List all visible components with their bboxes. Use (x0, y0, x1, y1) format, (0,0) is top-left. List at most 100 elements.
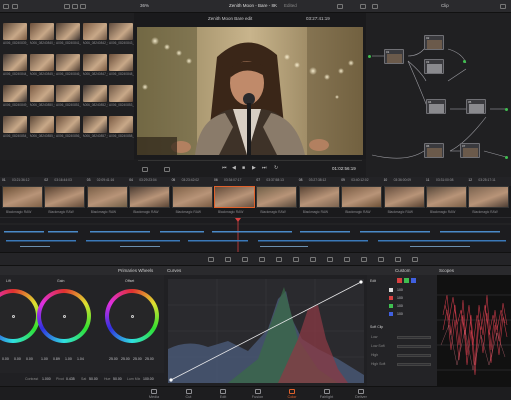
wheel-value[interactable]: 25.00 (121, 357, 130, 361)
stop-icon[interactable]: ■ (242, 165, 245, 171)
soft-clip-slider[interactable] (397, 363, 431, 366)
blur-icon[interactable] (276, 257, 282, 262)
curve-channel-swatch[interactable] (389, 288, 393, 292)
red-channel-button[interactable] (397, 278, 402, 283)
primaries-title[interactable]: Primaries Wheels (118, 268, 153, 273)
soft-clip-slider[interactable] (397, 345, 431, 348)
curve-intensity-value[interactable]: 100 (397, 304, 403, 308)
video-frame[interactable] (137, 27, 363, 155)
curves-title[interactable]: Curves (167, 268, 181, 273)
curve-channel-swatch[interactable] (389, 304, 393, 308)
primaries-icon[interactable] (378, 257, 384, 262)
media-thumbnail[interactable] (82, 85, 107, 102)
scrubber[interactable] (138, 160, 362, 161)
qualifier-icon[interactable] (225, 257, 231, 262)
input-dot[interactable] (368, 55, 371, 58)
clip-thumbnail[interactable] (468, 186, 510, 208)
hue-value[interactable]: 50.00 (113, 377, 122, 381)
media-thumbnail[interactable] (109, 85, 133, 102)
soft-clip-slider[interactable] (397, 336, 431, 339)
output-dot-2[interactable] (505, 156, 508, 159)
sat-value[interactable]: 50.00 (89, 377, 98, 381)
wheel-value[interactable]: 1.04 (77, 357, 84, 361)
node-07[interactable]: 07 (460, 143, 480, 158)
curve-intensity-value[interactable]: 100 (397, 312, 403, 316)
clip-thumbnail[interactable] (426, 186, 467, 208)
go-to-start-icon[interactable]: ⏮ (222, 165, 227, 171)
camera-raw-icon[interactable] (344, 257, 350, 262)
node-06[interactable]: 06 (424, 143, 444, 158)
green-channel-button[interactable] (404, 278, 409, 283)
viewer-options-icon[interactable] (337, 4, 343, 9)
color-match-icon[interactable] (361, 257, 367, 262)
output-dot[interactable] (505, 108, 508, 111)
wheel-value[interactable]: 0.00 (14, 357, 21, 361)
search-icon[interactable] (80, 4, 86, 9)
color-wheel-offset[interactable] (105, 289, 159, 343)
node-01[interactable]: 01 (384, 49, 404, 64)
contrast-value[interactable]: 1.000 (42, 377, 51, 381)
clip-thumbnail[interactable] (44, 186, 86, 208)
node-icon[interactable] (372, 4, 378, 9)
media-thumbnail[interactable] (109, 54, 133, 71)
scopes-title[interactable]: Scopes (439, 268, 454, 273)
wheel-center-handle[interactable] (12, 315, 15, 318)
media-thumbnail[interactable] (29, 54, 54, 71)
curve-intensity-value[interactable]: 100 (397, 288, 403, 292)
pen-icon[interactable] (142, 167, 148, 172)
clip-thumbnail[interactable] (2, 186, 43, 208)
media-thumbnail[interactable] (109, 23, 133, 40)
go-to-end-icon[interactable]: ⏭ (262, 165, 267, 171)
media-thumbnail[interactable] (109, 116, 133, 133)
node-05[interactable]: 05 (466, 99, 486, 114)
curve-intensity-value[interactable]: 100 (397, 296, 403, 300)
more-icon[interactable] (360, 4, 366, 9)
3d-icon[interactable] (327, 257, 333, 262)
media-thumbnail[interactable] (82, 54, 107, 71)
key-icon[interactable] (293, 257, 299, 262)
wheel-value[interactable]: 0.89 (53, 357, 60, 361)
custom-title[interactable]: Custom (395, 268, 411, 273)
color-wheel-gain[interactable] (37, 289, 91, 343)
clip-thumbnail[interactable] (171, 186, 213, 208)
curves-graph[interactable] (168, 279, 364, 383)
media-thumbnail[interactable] (56, 54, 80, 71)
clip-thumbnail[interactable] (383, 186, 425, 208)
wheel-center-handle[interactable] (63, 315, 66, 318)
media-thumbnail[interactable] (29, 85, 54, 102)
color-wheel-lift[interactable] (0, 289, 40, 343)
audio-icon[interactable] (164, 167, 170, 172)
page-tab-fusion[interactable]: Fusion (243, 389, 273, 399)
wheel-center-handle[interactable] (131, 315, 134, 318)
zoom-level[interactable]: 36% (140, 3, 149, 8)
clip-thumbnail[interactable] (298, 186, 340, 208)
node-04[interactable]: 04 (426, 99, 446, 114)
media-thumbnail[interactable] (3, 116, 27, 133)
media-thumbnail[interactable] (56, 85, 80, 102)
grid-view-icon[interactable] (64, 4, 70, 9)
sizing-icon[interactable] (310, 257, 316, 262)
window-icon[interactable] (242, 257, 248, 262)
wheel-value[interactable]: 25.00 (133, 357, 142, 361)
page-tab-fairlight[interactable]: Fairlight (312, 389, 342, 399)
media-thumbnail[interactable] (82, 116, 107, 133)
curves-icon[interactable] (395, 257, 401, 262)
wheel-value[interactable]: 25.00 (109, 357, 118, 361)
blue-channel-button[interactable] (411, 278, 416, 283)
expand-icon[interactable] (500, 4, 506, 9)
media-thumbnail[interactable] (3, 23, 27, 40)
media-thumbnail[interactable] (56, 116, 80, 133)
media-thumbnail[interactable] (29, 116, 54, 133)
clip-thumbnail[interactable] (129, 186, 171, 208)
media-thumbnail[interactable] (3, 85, 27, 102)
wheel-value[interactable]: 0.00 (2, 357, 9, 361)
warper-icon[interactable] (412, 257, 418, 262)
wheel-value[interactable]: 1.00 (65, 357, 72, 361)
curve-channel-swatch[interactable] (389, 296, 393, 300)
clip-thumbnail[interactable] (214, 186, 255, 208)
play-icon[interactable]: ▶ (252, 165, 256, 171)
page-tab-media[interactable]: Media (139, 389, 169, 399)
clip-thumbnail[interactable] (256, 186, 298, 208)
mini-timeline[interactable] (0, 217, 511, 253)
pivot-value[interactable]: 0.435 (66, 377, 75, 381)
